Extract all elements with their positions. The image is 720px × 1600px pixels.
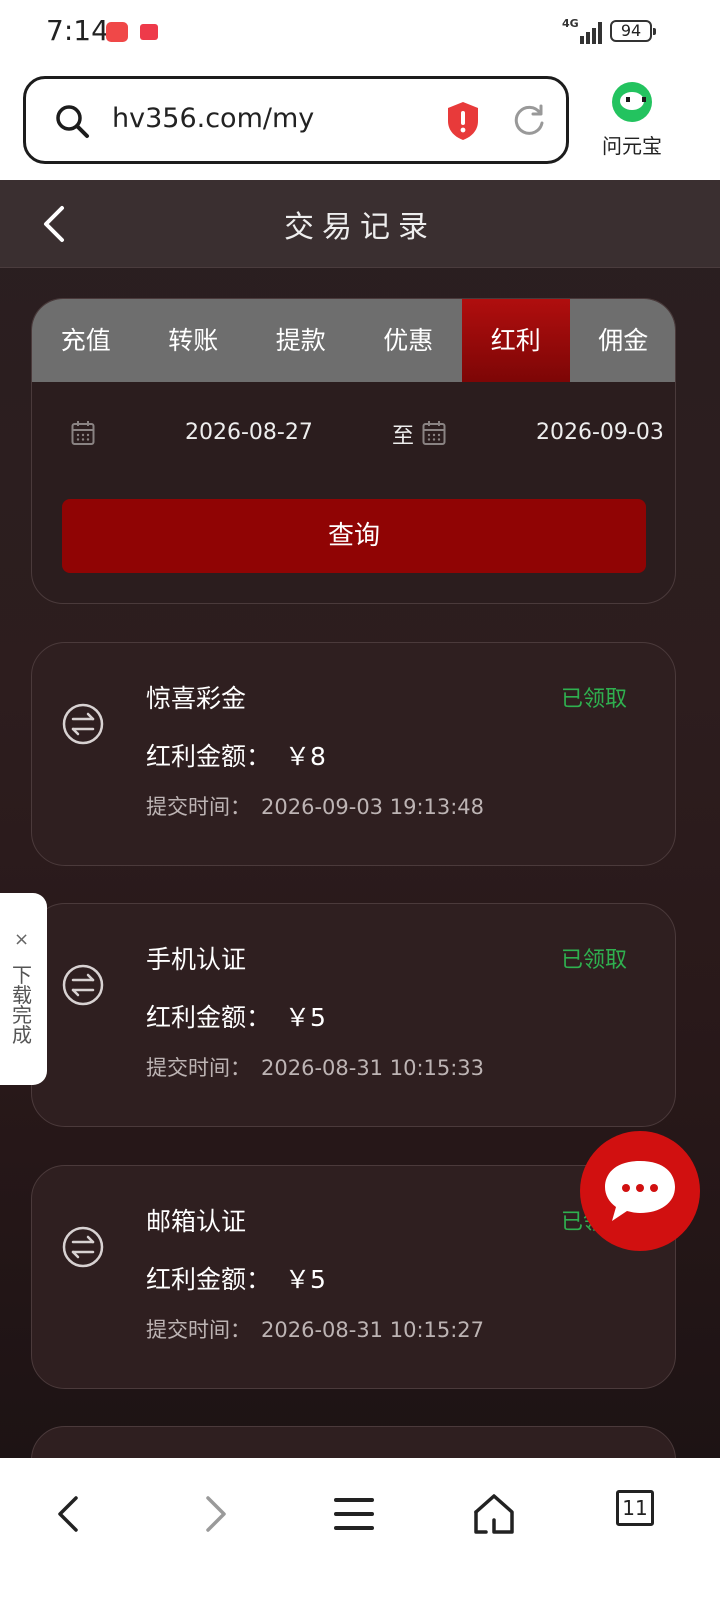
tab-commission[interactable]: 佣金 (570, 299, 676, 382)
chat-icon (605, 1161, 675, 1221)
battery-level: 94 (610, 20, 656, 42)
record-amount: 红利金额： ￥5 (146, 998, 326, 1034)
tab-promotion[interactable]: 优惠 (355, 299, 463, 382)
page-header: 交易记录 (0, 180, 720, 268)
time-label: 提交时间： (146, 795, 251, 819)
date-separator: 至 (392, 424, 415, 449)
menu-icon[interactable] (332, 1492, 376, 1536)
record-amount: 红利金额： ￥5 (146, 1260, 326, 1296)
app-notification-icon (106, 22, 128, 42)
start-date-field[interactable]: 2026-08-27 (185, 420, 313, 445)
amount-label: 红利金额： (146, 742, 272, 771)
page-title: 交易记录 (284, 210, 436, 245)
record-time: 提交时间： 2026-09-03 19:13:48 (146, 791, 484, 821)
date-range: 2026-08-27 至 2026-09-03 (32, 382, 675, 482)
back-icon[interactable] (48, 1492, 92, 1536)
network-type: 4G (562, 17, 579, 30)
record-status: 已领取 (560, 687, 627, 712)
close-icon[interactable]: × (14, 929, 29, 950)
transfer-icon (62, 1226, 104, 1268)
book-notification-icon (140, 24, 158, 40)
amount-value: ￥5 (285, 1265, 326, 1294)
address-bar[interactable]: hv356.com/my (23, 76, 569, 164)
tab-bonus[interactable]: 红利 (462, 299, 570, 382)
assistant-label: 问元宝 (602, 134, 662, 158)
query-button[interactable]: 查询 (62, 499, 646, 573)
status-time: 7:14 (46, 14, 109, 47)
search-icon (56, 105, 89, 138)
record-time: 提交时间： 2026-08-31 10:15:33 (146, 1052, 484, 1082)
tab-withdraw[interactable]: 提款 (247, 299, 355, 382)
download-complete-label: 下载完成 (12, 963, 32, 1047)
url-text[interactable]: hv356.com/my (112, 103, 314, 134)
record-card (31, 1426, 676, 1458)
page-content: 交易记录 充值 转账 提款 优惠 红利 佣金 2026-08-27 至 2026… (0, 180, 720, 1458)
calendar-icon[interactable] (422, 420, 446, 446)
time-label: 提交时间： (146, 1056, 251, 1080)
record-card: 惊喜彩金 已领取 红利金额： ￥8 提交时间： 2026-09-03 19:13:4… (31, 642, 676, 866)
home-icon[interactable] (472, 1492, 516, 1536)
filter-panel: 充值 转账 提款 优惠 红利 佣金 2026-08-27 至 2026-09-0… (31, 298, 676, 604)
time-label: 提交时间： (146, 1318, 251, 1342)
shield-icon[interactable] (446, 101, 480, 141)
record-type-tabs: 充值 转账 提款 优惠 红利 佣金 (32, 299, 676, 382)
amount-label: 红利金额： (146, 1265, 272, 1294)
tabs-count-button[interactable]: 11 (616, 1490, 654, 1526)
chat-button[interactable] (580, 1131, 700, 1251)
record-card: 手机认证 已领取 红利金额： ￥5 提交时间： 2026-08-31 10:15:3… (31, 903, 676, 1127)
amount-value: ￥5 (285, 1003, 326, 1032)
transfer-icon (62, 703, 104, 745)
browser-toolbar: hv356.com/my 问元宝 (0, 66, 720, 180)
record-amount: 红利金额： ￥8 (146, 737, 326, 773)
download-complete-toast[interactable]: × 下载完成 (0, 893, 47, 1085)
time-value: 2026-09-03 19:13:48 (261, 795, 485, 819)
time-value: 2026-08-31 10:15:33 (261, 1056, 485, 1080)
calendar-icon[interactable] (71, 420, 95, 446)
reload-icon[interactable] (511, 103, 547, 139)
time-value: 2026-08-31 10:15:27 (261, 1318, 485, 1342)
record-time: 提交时间： 2026-08-31 10:15:27 (146, 1314, 484, 1344)
record-name: 惊喜彩金 (146, 684, 247, 713)
record-name: 邮箱认证 (146, 1207, 247, 1236)
tab-recharge[interactable]: 充值 (32, 299, 140, 382)
record-name: 手机认证 (146, 945, 247, 974)
forward-icon[interactable] (192, 1492, 236, 1536)
signal-icon (578, 20, 604, 44)
ai-assistant-button[interactable]: 问元宝 (590, 82, 674, 168)
amount-label: 红利金额： (146, 1003, 272, 1032)
status-bar: 7:14 4G 94 (0, 0, 720, 66)
record-status: 已领取 (560, 948, 627, 973)
assistant-logo-icon (612, 82, 652, 122)
end-date-field[interactable]: 2026-09-03 (536, 420, 664, 445)
tab-transfer[interactable]: 转账 (140, 299, 248, 382)
browser-bottom-nav: 11 (0, 1458, 720, 1600)
amount-value: ￥8 (285, 742, 326, 771)
transfer-icon (62, 964, 104, 1006)
